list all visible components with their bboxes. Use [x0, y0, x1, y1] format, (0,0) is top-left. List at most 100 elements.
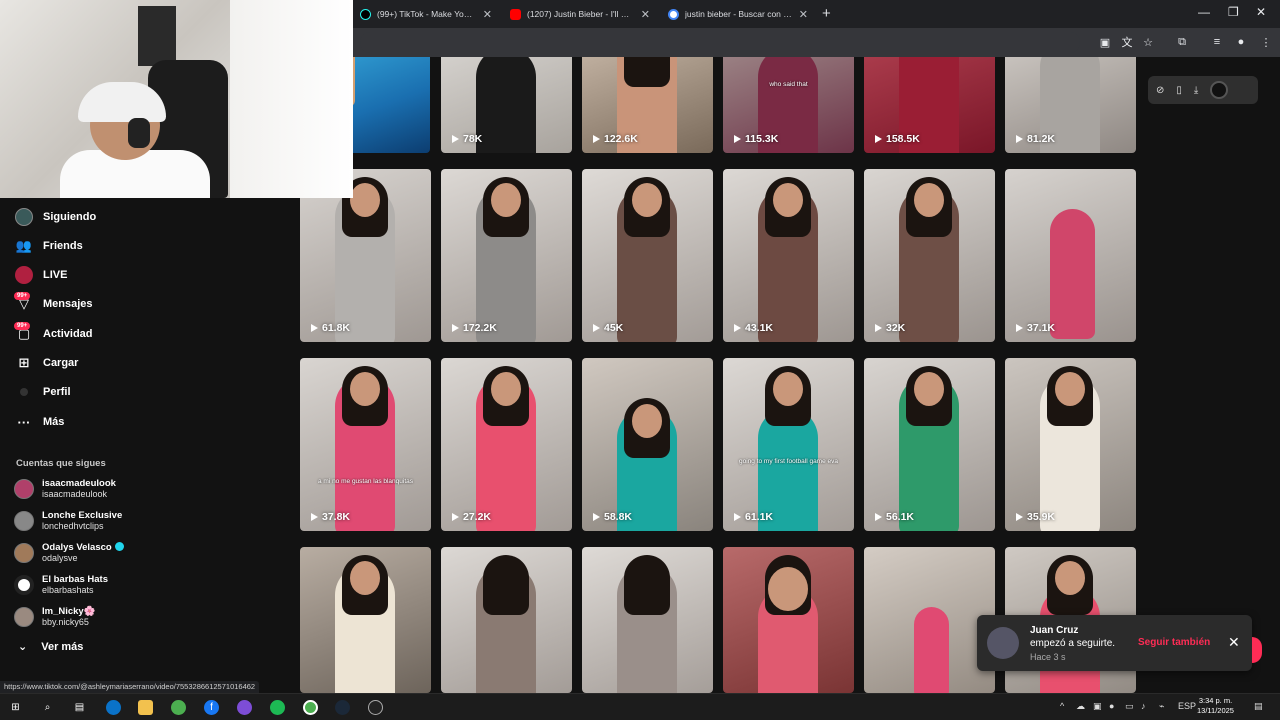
- account-display-name: Lonche Exclusive: [42, 510, 123, 521]
- account-item[interactable]: Odalys Velasco odalysve: [14, 540, 124, 566]
- see-more-button[interactable]: ⌄ Ver más: [18, 640, 84, 654]
- tab-close-icon[interactable]: ✕: [641, 8, 650, 21]
- video-thumbnail[interactable]: [723, 547, 854, 693]
- windows-start-icon[interactable]: ⊞: [8, 700, 23, 715]
- bookmark-star-icon[interactable]: ☆: [1141, 35, 1155, 49]
- sidebar-item-mas[interactable]: ··· Más: [14, 411, 65, 433]
- video-thumbnail[interactable]: 58.8K: [582, 358, 713, 531]
- taskbar: ⊞ ⌕ ▤ f ^ ☁ ▣ ● ▭ ♪ ⌁ ESP 3:34 p. m. 13/…: [0, 693, 1280, 720]
- keyboard-language[interactable]: ESP: [1178, 701, 1196, 711]
- account-item[interactable]: isaacmadeulook isaacmadeulook: [14, 476, 116, 502]
- tab-close-icon[interactable]: ✕: [483, 8, 492, 21]
- file-explorer-icon[interactable]: [138, 700, 153, 715]
- account-item[interactable]: Lonche Exclusive lonchedhvtclips: [14, 508, 122, 534]
- tab-google[interactable]: justin bieber - Buscar con Google ✕: [660, 0, 816, 28]
- steam-icon[interactable]: [335, 700, 350, 715]
- avatar: [14, 479, 34, 499]
- tray-device-icon[interactable]: ▣: [1093, 701, 1102, 712]
- see-more-label: Ver más: [41, 640, 84, 653]
- view-count: 78K: [452, 133, 482, 145]
- download-icon[interactable]: ⤓: [1194, 85, 1198, 96]
- tab-close-icon[interactable]: ✕: [799, 8, 808, 21]
- follow-back-button[interactable]: Seguir también: [1138, 637, 1210, 648]
- extensions-icon[interactable]: ⧉: [1175, 35, 1189, 49]
- video-thumbnail[interactable]: 32K: [864, 169, 995, 342]
- spotify-icon[interactable]: [270, 700, 285, 715]
- video-thumbnail[interactable]: [441, 547, 572, 693]
- video-thumbnail[interactable]: 35.9K: [1005, 358, 1136, 531]
- video-thumbnail[interactable]: 158.5K: [864, 57, 995, 153]
- reading-list-icon[interactable]: ≡: [1210, 35, 1224, 49]
- tray-cloud-icon[interactable]: ☁: [1076, 701, 1085, 712]
- tab-tiktok[interactable]: (99+) TikTok - Make Your Day ✕: [352, 0, 500, 28]
- notifications-icon[interactable]: ▤: [1254, 701, 1263, 712]
- tray-monitor-icon[interactable]: ▭: [1125, 701, 1134, 712]
- tray-volume-icon[interactable]: ♪: [1141, 701, 1146, 711]
- address-bar[interactable]: [360, 32, 1080, 53]
- video-thumbnail[interactable]: 45K: [582, 169, 713, 342]
- sidebar-item-siguiendo[interactable]: Siguiendo: [14, 206, 96, 228]
- video-thumbnail[interactable]: 27.2K: [441, 358, 572, 531]
- edge-icon[interactable]: [106, 700, 121, 715]
- account-username: lonchedhvtclips: [42, 521, 104, 531]
- video-caption: going to my first football game eva: [739, 458, 838, 465]
- video-thumbnail[interactable]: 172.2K: [441, 169, 572, 342]
- translate-icon[interactable]: 文: [1120, 35, 1134, 49]
- obs-icon[interactable]: [368, 700, 383, 715]
- account-username: elbarbashats: [42, 585, 94, 595]
- profile-avatar-icon[interactable]: ●: [1234, 35, 1248, 49]
- tab-youtube[interactable]: (1207) Justin Bieber - I'll Show You ✕: [502, 0, 658, 28]
- browser-menu-icon[interactable]: ⋮: [1259, 35, 1273, 49]
- minimize-button[interactable]: —: [1198, 5, 1210, 19]
- play-icon: [734, 135, 741, 143]
- video-thumbnail[interactable]: [300, 547, 431, 693]
- close-icon[interactable]: ✕: [1228, 634, 1240, 651]
- sidebar-item-friends[interactable]: 👥 Friends: [14, 235, 83, 257]
- video-thumbnail[interactable]: 122.6K: [582, 57, 713, 153]
- window-close-button[interactable]: ✕: [1256, 5, 1266, 19]
- tray-mic-icon[interactable]: ●: [1109, 701, 1114, 711]
- chrome-icon[interactable]: [171, 700, 186, 715]
- video-thumbnail[interactable]: 43.1K: [723, 169, 854, 342]
- google-favicon-icon: [668, 8, 679, 20]
- video-grid: 78K 122.6K who said that 115.3K 158.5K 8…: [298, 57, 1280, 693]
- more-icon: ···: [17, 414, 31, 430]
- sidebar-item-perfil[interactable]: Perfil: [14, 381, 71, 403]
- sidebar-item-cargar[interactable]: ⊞ Cargar: [14, 352, 79, 374]
- video-thumbnail[interactable]: 81.2K: [1005, 57, 1136, 153]
- video-thumbnail[interactable]: 78K: [441, 57, 572, 153]
- sidebar-item-live[interactable]: LIVE: [14, 264, 67, 286]
- facebook-icon[interactable]: f: [204, 700, 219, 715]
- account-item[interactable]: El barbas Hats elbarbashats: [14, 572, 108, 598]
- chrome-active-icon[interactable]: [303, 700, 318, 715]
- tray-network-icon[interactable]: ⌁: [1159, 701, 1164, 712]
- video-thumbnail[interactable]: 37.1K: [1005, 169, 1136, 342]
- sidebar-item-actividad[interactable]: ▢ 99+ Actividad: [14, 322, 93, 345]
- system-clock[interactable]: 3:34 p. m. 13/11/2025: [1197, 696, 1234, 716]
- youtube-favicon-icon: [510, 8, 521, 20]
- notification-user-name: Juan Cruz: [1030, 625, 1079, 636]
- new-tab-button[interactable]: +: [822, 5, 831, 22]
- video-thumbnail[interactable]: 56.1K: [864, 358, 995, 531]
- video-thumbnail[interactable]: [582, 547, 713, 693]
- video-thumbnail[interactable]: a mi no me gustan las blanquitas 37.8K: [300, 358, 431, 531]
- view-count: 61.1K: [734, 511, 773, 523]
- video-thumbnail[interactable]: going to my first football game eva 61.1…: [723, 358, 854, 531]
- task-view-icon[interactable]: ▤: [72, 700, 87, 715]
- play-icon: [875, 513, 882, 521]
- tray-chevron-icon[interactable]: ^: [1060, 701, 1064, 711]
- video-caption: a mi no me gustan las blanquitas: [317, 478, 414, 485]
- tab-title: justin bieber - Buscar con Google: [685, 9, 793, 19]
- sidebar-item-mensajes[interactable]: ▽ 99+ Mensajes: [14, 292, 93, 315]
- search-icon[interactable]: ⌕: [40, 700, 55, 715]
- restore-button[interactable]: ❐: [1228, 5, 1239, 19]
- device-icon[interactable]: ▯: [1176, 85, 1182, 96]
- video-thumbnail[interactable]: [864, 547, 995, 693]
- messenger-icon[interactable]: [237, 700, 252, 715]
- video-thumbnail[interactable]: who said that 115.3K: [723, 57, 854, 153]
- account-item[interactable]: Im_Nicky🌸 bby.nicky65: [14, 604, 96, 630]
- play-icon: [593, 324, 600, 332]
- status-bar-url: https://www.tiktok.com/@ashleymariaserra…: [0, 681, 260, 693]
- copy-link-icon[interactable]: ⊘: [1156, 85, 1164, 96]
- cast-icon[interactable]: ▣: [1098, 35, 1112, 49]
